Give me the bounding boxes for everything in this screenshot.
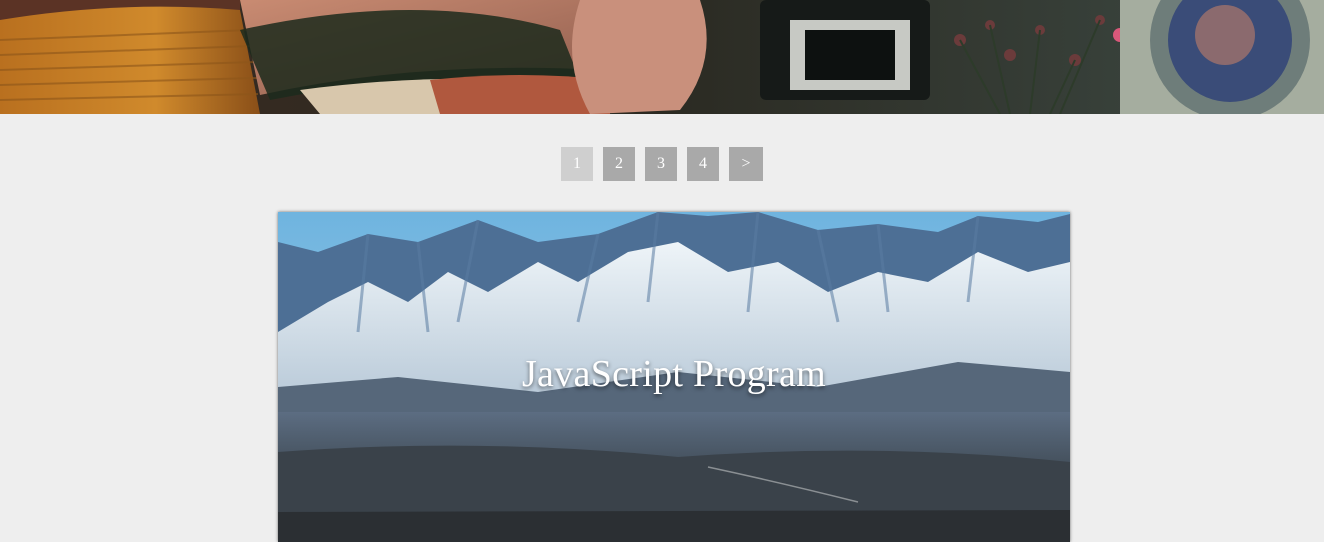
- next-page-button[interactable]: >: [729, 147, 763, 181]
- header-hero-image: [0, 0, 1324, 114]
- header-photo-illustration: [0, 0, 1324, 114]
- page-button-2[interactable]: 2: [603, 147, 635, 181]
- page-button-1[interactable]: 1: [561, 147, 593, 181]
- post-title[interactable]: JavaScript Program: [278, 352, 1070, 396]
- pagination: 1 2 3 4 >: [0, 147, 1324, 181]
- page-button-3[interactable]: 3: [645, 147, 677, 181]
- page-button-4[interactable]: 4: [687, 147, 719, 181]
- post-card[interactable]: JavaScript Program: [278, 212, 1070, 542]
